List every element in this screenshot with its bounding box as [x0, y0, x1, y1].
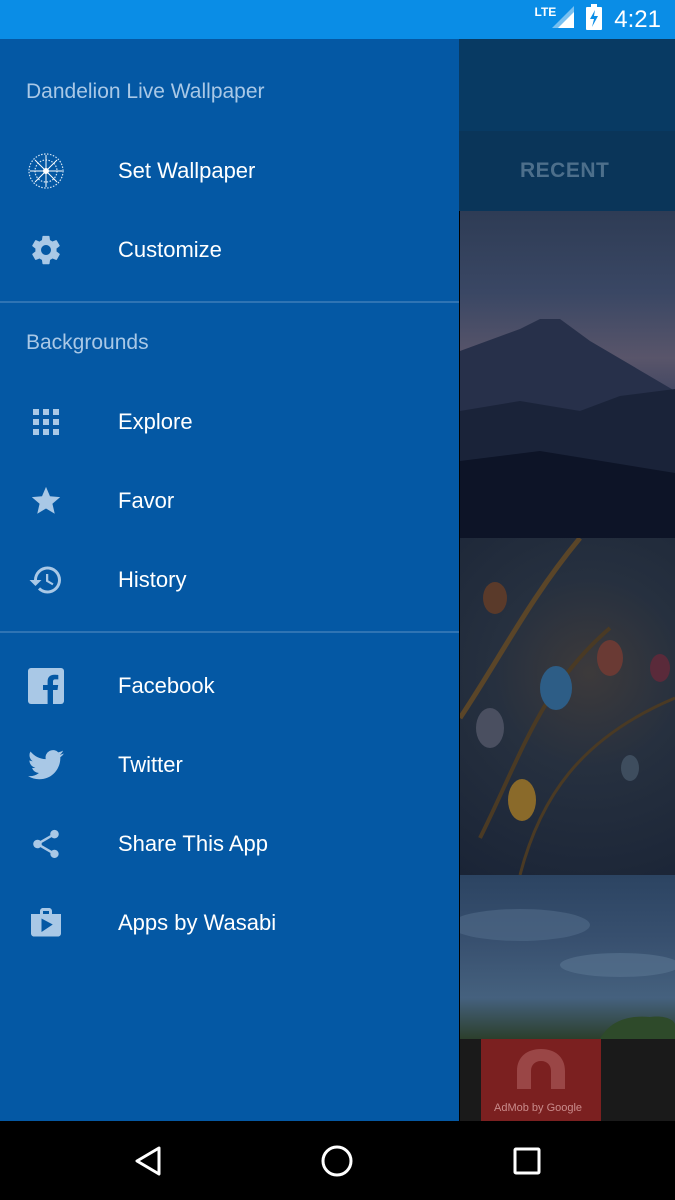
status-bar: LTE 4:21 [0, 0, 675, 39]
menu-label: Customize [118, 237, 222, 262]
menu-label: Explore [118, 409, 193, 434]
menu-label: Share This App [118, 831, 269, 856]
menu-label: History [118, 567, 187, 592]
star-icon [26, 481, 66, 521]
gear-icon [26, 230, 66, 270]
menu-label: Set Wallpaper [118, 158, 256, 183]
system-nav-bar [0, 1121, 675, 1200]
wallpaper-thumbnail-sky[interactable] [460, 875, 675, 1039]
menu-label: Twitter [118, 752, 183, 777]
clock: 4:21 [614, 5, 661, 33]
shop-bag-icon [26, 903, 66, 943]
menu-item-customize[interactable]: Customize [0, 214, 459, 286]
ad-text: AdMob by Google [494, 1102, 583, 1114]
twitter-icon [26, 745, 66, 785]
home-button[interactable] [317, 1141, 357, 1181]
tab-recent[interactable]: RECENT [520, 159, 609, 183]
menu-item-set-wallpaper[interactable]: Set Wallpaper [0, 135, 459, 207]
recents-button[interactable] [507, 1141, 547, 1181]
battery-icon [586, 4, 603, 35]
drawer-title: Dandelion Live Wallpaper [26, 80, 265, 103]
share-icon [26, 824, 66, 864]
back-button[interactable] [128, 1141, 168, 1181]
navigation-drawer: Dandelion Live Wallpaper Set Wallpaper C… [0, 39, 459, 1121]
screen: LTE 4:21 RECENT AdMob by Google Dandelio… [0, 0, 675, 1200]
dandelion-icon [26, 151, 66, 191]
menu-item-apps-by-wasabi[interactable]: Apps by Wasabi [0, 887, 459, 959]
menu-label: Favor [118, 488, 175, 513]
menu-item-favor[interactable]: Favor [0, 465, 459, 537]
wallpaper-thumbnail-eggs[interactable] [460, 538, 675, 875]
divider [0, 631, 459, 633]
history-icon [26, 560, 66, 600]
menu-label: Facebook [118, 673, 215, 698]
network-type: LTE [534, 4, 557, 19]
section-label-backgrounds: Backgrounds [26, 331, 149, 354]
menu-item-twitter[interactable]: Twitter [0, 729, 459, 801]
menu-item-facebook[interactable]: Facebook [0, 650, 459, 722]
divider [0, 301, 459, 303]
menu-label: Apps by Wasabi [118, 910, 277, 935]
grid-icon [26, 402, 66, 442]
menu-item-explore[interactable]: Explore [0, 386, 459, 458]
facebook-icon [26, 666, 66, 706]
wallpaper-thumbnail-mountain[interactable] [460, 211, 675, 538]
menu-item-share-app[interactable]: Share This App [0, 808, 459, 880]
menu-item-history[interactable]: History [0, 544, 459, 616]
